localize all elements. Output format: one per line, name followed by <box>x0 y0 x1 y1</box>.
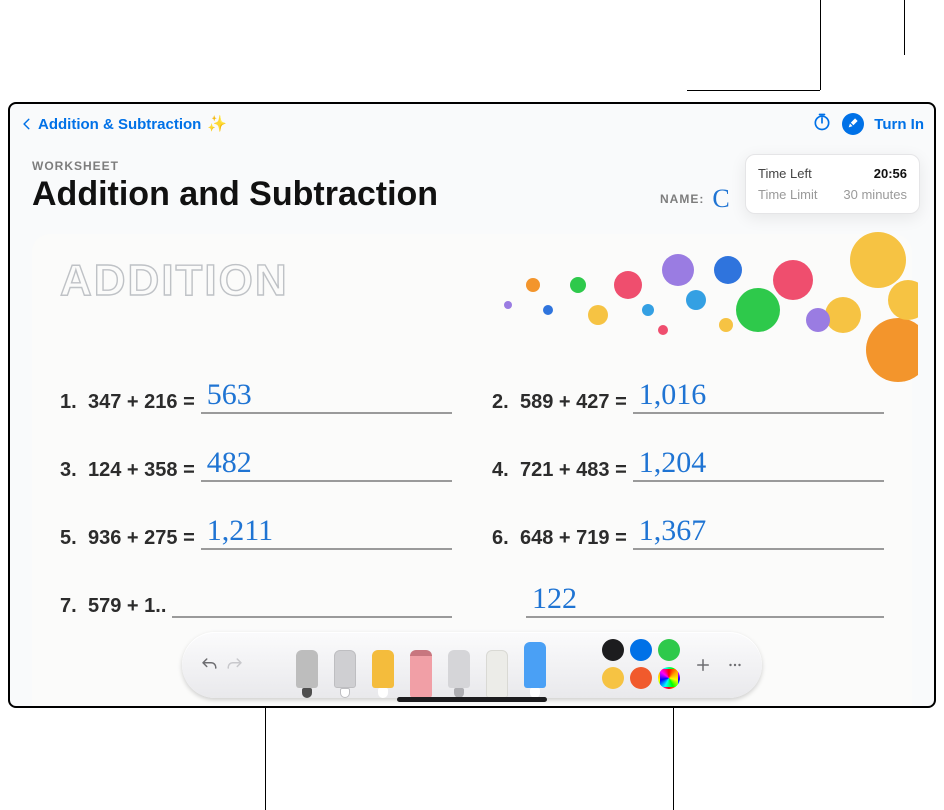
timer-button[interactable] <box>812 112 832 137</box>
turn-in-button[interactable]: Turn In <box>874 116 924 133</box>
problem-item[interactable]: 4. 721 + 483 = 1,204 <box>492 452 884 482</box>
problem-index: 5. <box>60 527 82 550</box>
color-swatch[interactable] <box>658 639 680 661</box>
page-title: Addition and Subtraction <box>32 175 438 214</box>
answer-handwriting: 122 <box>532 582 577 616</box>
back-button[interactable]: Addition & Subtraction ✨ <box>20 114 227 134</box>
time-limit-value: 30 minutes <box>843 187 907 202</box>
problem-item[interactable]: 122 <box>492 588 884 618</box>
name-handwriting[interactable]: C <box>712 184 729 214</box>
markup-mode-button[interactable] <box>842 113 864 135</box>
callout-line <box>904 0 905 55</box>
answer-handwriting: 1,211 <box>207 514 273 548</box>
eraser-tool[interactable] <box>406 650 436 698</box>
color-swatches <box>602 639 682 691</box>
answer-handwriting: 1,204 <box>639 446 707 480</box>
undo-button[interactable] <box>196 652 222 678</box>
problem-expression: 124 + 358 = <box>88 459 195 482</box>
home-indicator[interactable] <box>397 697 547 702</box>
worksheet-header: WORKSHEET Addition and Subtraction <box>32 159 438 214</box>
name-label: NAME: <box>660 192 704 206</box>
answer-blank[interactable] <box>172 588 452 618</box>
pencil-tool-selected[interactable] <box>520 642 550 698</box>
redo-button[interactable] <box>222 652 248 678</box>
problem-index: 3. <box>60 459 82 482</box>
problem-expression: 936 + 275 = <box>88 527 195 550</box>
problem-grid: 1. 347 + 216 = 563 2. 589 + 427 = 1,016 3. 124 … <box>60 384 884 656</box>
decorative-dots <box>478 230 918 400</box>
add-button[interactable] <box>690 652 716 678</box>
color-swatch[interactable] <box>630 639 652 661</box>
nav-bar: Addition & Subtraction ✨ Turn In <box>10 104 934 144</box>
device-frame: Addition & Subtraction ✨ Turn In Time Le… <box>8 102 936 708</box>
chevron-left-icon <box>20 117 34 131</box>
answer-handwriting: 1,367 <box>639 514 707 548</box>
problem-item[interactable]: 6. 648 + 719 = 1,367 <box>492 520 884 550</box>
problem-expression: 589 + 427 = <box>520 391 627 414</box>
problem-item[interactable]: 3. 124 + 358 = 482 <box>60 452 452 482</box>
highlighter-tool[interactable] <box>368 650 398 698</box>
time-left-label: Time Left <box>758 166 812 181</box>
problem-index: 4. <box>492 459 514 482</box>
problem-item[interactable]: 2. 589 + 427 = 1,016 <box>492 384 884 414</box>
answer-blank[interactable]: 563 <box>201 384 452 414</box>
callout-line <box>265 700 266 810</box>
problem-index: 6. <box>492 527 514 550</box>
sparkle-icon: ✨ <box>207 114 227 134</box>
color-swatch[interactable] <box>602 639 624 661</box>
problem-expression: 721 + 483 = <box>520 459 627 482</box>
time-limit-label: Time Limit <box>758 187 817 202</box>
pen-mode-icon <box>847 118 859 130</box>
answer-handwriting: 1,016 <box>639 378 707 412</box>
tool-picker <box>248 632 594 698</box>
more-button[interactable] <box>722 652 748 678</box>
marker-tool[interactable] <box>330 650 360 698</box>
back-label: Addition & Subtraction <box>38 116 201 133</box>
color-swatch[interactable] <box>630 667 652 689</box>
answer-blank[interactable]: 122 <box>526 588 884 618</box>
problem-item[interactable]: 7. 579 + 1.. <box>60 588 452 618</box>
callout-line <box>687 90 820 91</box>
answer-blank[interactable]: 1,211 <box>201 520 452 550</box>
time-left-row: Time Left 20:56 <box>758 163 907 184</box>
ruler-tool[interactable] <box>482 650 512 698</box>
name-field: NAME: C <box>660 184 730 214</box>
answer-blank[interactable]: 1,204 <box>633 452 884 482</box>
problem-expression: 579 + 1.. <box>88 595 166 618</box>
answer-handwriting: 563 <box>207 378 252 412</box>
problem-expression: 347 + 216 = <box>88 391 195 414</box>
answer-blank[interactable]: 1,367 <box>633 520 884 550</box>
callout-line <box>820 0 821 90</box>
problem-index: 1. <box>60 391 82 414</box>
time-popover: Time Left 20:56 Time Limit 30 minutes <box>745 154 920 214</box>
time-limit-row: Time Limit 30 minutes <box>758 184 907 205</box>
plus-icon <box>694 656 712 674</box>
worksheet-eyebrow: WORKSHEET <box>32 159 438 173</box>
problem-item[interactable]: 1. 347 + 216 = 563 <box>60 384 452 414</box>
lasso-tool[interactable] <box>444 650 474 698</box>
answer-handwriting: 482 <box>207 446 252 480</box>
answer-blank[interactable]: 1,016 <box>633 384 884 414</box>
redo-icon <box>226 656 244 674</box>
timer-icon <box>812 112 832 132</box>
callout-line <box>673 700 674 810</box>
undo-icon <box>200 656 218 674</box>
problem-expression: 648 + 719 = <box>520 527 627 550</box>
ellipsis-icon <box>726 656 744 674</box>
problem-index: 7. <box>60 595 82 618</box>
markup-toolbar <box>182 632 762 698</box>
pen-tool[interactable] <box>292 650 322 698</box>
color-swatch[interactable] <box>602 667 624 689</box>
problem-index: 2. <box>492 391 514 414</box>
color-swatch[interactable] <box>658 667 680 689</box>
answer-blank[interactable]: 482 <box>201 452 452 482</box>
time-left-value: 20:56 <box>874 166 907 181</box>
problem-item[interactable]: 5. 936 + 275 = 1,211 <box>60 520 452 550</box>
